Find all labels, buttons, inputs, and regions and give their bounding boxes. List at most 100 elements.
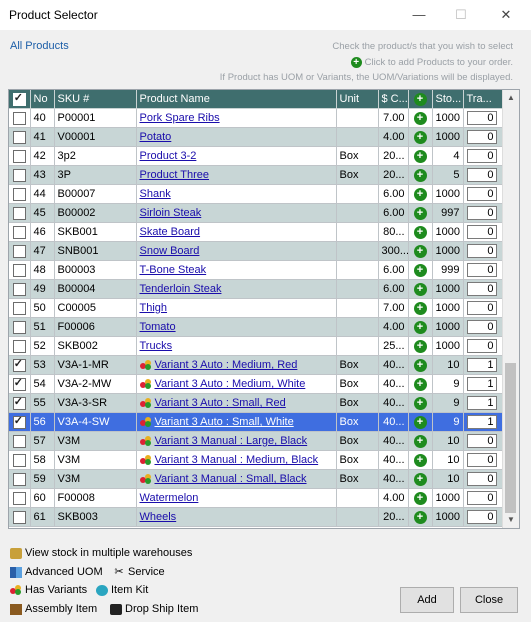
table-row[interactable]: 60 F00008 Watermelon 4.00 +1000 0 bbox=[9, 488, 518, 508]
row-checkbox[interactable] bbox=[9, 412, 31, 432]
row-add-button[interactable]: + bbox=[408, 298, 433, 318]
col-add[interactable]: + bbox=[408, 90, 433, 109]
row-qty-input[interactable]: 0 bbox=[466, 453, 497, 467]
row-qty-input[interactable]: 0 bbox=[466, 111, 497, 125]
row-qty-input[interactable]: 0 bbox=[466, 282, 497, 296]
row-add-button[interactable]: + bbox=[408, 165, 433, 185]
row-checkbox[interactable] bbox=[9, 450, 31, 470]
row-product-link[interactable]: Product 3-2 bbox=[136, 146, 337, 166]
row-add-button[interactable]: + bbox=[408, 203, 433, 223]
col-cost[interactable]: $ C... bbox=[378, 90, 409, 109]
row-qty-input[interactable]: 1 bbox=[466, 358, 497, 372]
row-product-link[interactable]: Product Three bbox=[136, 165, 337, 185]
row-qty-input[interactable]: 0 bbox=[466, 187, 497, 201]
row-product-link[interactable]: Trucks bbox=[136, 336, 337, 356]
row-product-link[interactable]: Variant 3 Auto : Medium, White bbox=[136, 374, 337, 394]
close-window-button[interactable]: ✕ bbox=[492, 4, 520, 26]
col-no[interactable]: No bbox=[30, 90, 55, 109]
col-product-name[interactable]: Product Name bbox=[136, 90, 337, 109]
table-row[interactable]: 43 3P Product Three Box 20... +5 0 bbox=[9, 165, 518, 185]
row-checkbox[interactable] bbox=[9, 469, 31, 489]
table-row[interactable]: 45 B00002 Sirloin Steak 6.00 +997 0 bbox=[9, 203, 518, 223]
row-add-button[interactable]: + bbox=[408, 317, 433, 337]
table-row[interactable]: 54V3A-2-MWVariant 3 Auto : Medium, White… bbox=[9, 374, 518, 394]
table-row[interactable]: 61 SKB003 Wheels 20... +1000 0 bbox=[9, 507, 518, 527]
row-add-button[interactable]: + bbox=[408, 222, 433, 242]
row-qty-input[interactable]: 1 bbox=[466, 377, 497, 391]
col-sku[interactable]: SKU # bbox=[54, 90, 137, 109]
row-product-link[interactable]: Thigh bbox=[136, 298, 337, 318]
row-checkbox[interactable] bbox=[9, 260, 31, 280]
row-checkbox[interactable] bbox=[9, 393, 31, 413]
row-qty-input[interactable]: 0 bbox=[466, 206, 497, 220]
table-row[interactable]: 58 V3M Variant 3 Manual : Medium, Black Box… bbox=[9, 450, 518, 470]
row-checkbox[interactable] bbox=[9, 317, 31, 337]
row-checkbox[interactable] bbox=[9, 146, 31, 166]
vertical-scrollbar[interactable]: ▲ ▼ bbox=[502, 90, 519, 528]
table-row[interactable]: 51 F00006 Tomato 4.00 +1000 0 bbox=[9, 317, 518, 337]
row-qty-input[interactable]: 0 bbox=[466, 472, 497, 486]
row-product-link[interactable]: Variant 3 Auto : Medium, Red bbox=[136, 355, 337, 375]
table-row[interactable]: 47 SNB001 Snow Board 300... +1000 0 bbox=[9, 241, 518, 261]
table-row[interactable]: 55V3A-3-SRVariant 3 Auto : Small, RedBox… bbox=[9, 393, 518, 413]
table-row[interactable]: 44 B00007 Shank 6.00 +1000 0 bbox=[9, 184, 518, 204]
row-product-link[interactable]: Tomato bbox=[136, 317, 337, 337]
row-product-link[interactable]: Snow Board bbox=[136, 241, 337, 261]
table-row[interactable]: 41 V00001 Potato 4.00 +1000 0 bbox=[9, 127, 518, 147]
row-checkbox[interactable] bbox=[9, 108, 31, 128]
row-add-button[interactable]: + bbox=[408, 184, 433, 204]
row-add-button[interactable]: + bbox=[408, 412, 433, 432]
row-qty-input[interactable]: 0 bbox=[466, 225, 497, 239]
row-add-button[interactable]: + bbox=[408, 507, 433, 527]
row-product-link[interactable]: Tenderloin Steak bbox=[136, 279, 337, 299]
row-add-button[interactable]: + bbox=[408, 241, 433, 261]
table-row[interactable]: 57 V3M Variant 3 Manual : Large, Black Box 4… bbox=[9, 431, 518, 451]
row-add-button[interactable]: + bbox=[408, 431, 433, 451]
table-row[interactable]: 53V3A-1-MRVariant 3 Auto : Medium, RedBo… bbox=[9, 355, 518, 375]
row-qty-input[interactable]: 0 bbox=[466, 491, 497, 505]
add-button[interactable]: Add bbox=[400, 587, 454, 613]
row-add-button[interactable]: + bbox=[408, 469, 433, 489]
scroll-down-icon[interactable]: ▼ bbox=[503, 512, 519, 528]
table-row[interactable]: 40 P00001 Pork Spare Ribs 7.00 +1000 0 bbox=[9, 108, 518, 128]
row-add-button[interactable]: + bbox=[408, 336, 433, 356]
row-add-button[interactable]: + bbox=[408, 450, 433, 470]
row-checkbox[interactable] bbox=[9, 431, 31, 451]
row-qty-input[interactable]: 0 bbox=[466, 339, 497, 353]
scroll-up-icon[interactable]: ▲ bbox=[503, 90, 519, 106]
row-product-link[interactable]: Variant 3 Manual : Large, Black bbox=[136, 431, 337, 451]
row-checkbox[interactable] bbox=[9, 298, 31, 318]
table-row[interactable]: 48 B00003 T-Bone Steak 6.00 +999 0 bbox=[9, 260, 518, 280]
row-product-link[interactable]: Variant 3 Manual : Medium, Black bbox=[136, 450, 337, 470]
minimize-button[interactable]: — bbox=[405, 4, 433, 26]
all-products-link[interactable]: All Products bbox=[10, 40, 69, 52]
table-row[interactable]: 59 V3M Variant 3 Manual : Small, Black Box 4… bbox=[9, 469, 518, 489]
row-qty-input[interactable]: 0 bbox=[466, 149, 497, 163]
row-add-button[interactable]: + bbox=[408, 108, 433, 128]
table-row[interactable]: 50 C00005 Thigh 7.00 +1000 0 bbox=[9, 298, 518, 318]
row-product-link[interactable]: Variant 3 Manual : Small, Black bbox=[136, 469, 337, 489]
row-checkbox[interactable] bbox=[9, 507, 31, 527]
row-add-button[interactable]: + bbox=[408, 279, 433, 299]
row-product-link[interactable]: Sirloin Steak bbox=[136, 203, 337, 223]
row-product-link[interactable]: T-Bone Steak bbox=[136, 260, 337, 280]
col-stock[interactable]: Sto... bbox=[432, 90, 464, 109]
scroll-thumb[interactable] bbox=[505, 363, 516, 513]
table-row[interactable]: 42 3p2 Product 3-2 Box 20... +4 0 bbox=[9, 146, 518, 166]
row-checkbox[interactable] bbox=[9, 241, 31, 261]
row-checkbox[interactable] bbox=[9, 279, 31, 299]
row-product-link[interactable]: Watermelon bbox=[136, 488, 337, 508]
table-row[interactable]: 52 SKB002 Trucks 25... +1000 0 bbox=[9, 336, 518, 356]
row-product-link[interactable]: Wheels bbox=[136, 507, 337, 527]
row-qty-input[interactable]: 0 bbox=[466, 320, 497, 334]
row-product-link[interactable]: Skate Board bbox=[136, 222, 337, 242]
maximize-button[interactable]: ☐ bbox=[447, 4, 475, 26]
row-checkbox[interactable] bbox=[9, 127, 31, 147]
row-add-button[interactable]: + bbox=[408, 374, 433, 394]
row-checkbox[interactable] bbox=[9, 222, 31, 242]
row-checkbox[interactable] bbox=[9, 374, 31, 394]
row-add-button[interactable]: + bbox=[408, 127, 433, 147]
row-qty-input[interactable]: 0 bbox=[466, 434, 497, 448]
row-checkbox[interactable] bbox=[9, 184, 31, 204]
row-checkbox[interactable] bbox=[9, 203, 31, 223]
